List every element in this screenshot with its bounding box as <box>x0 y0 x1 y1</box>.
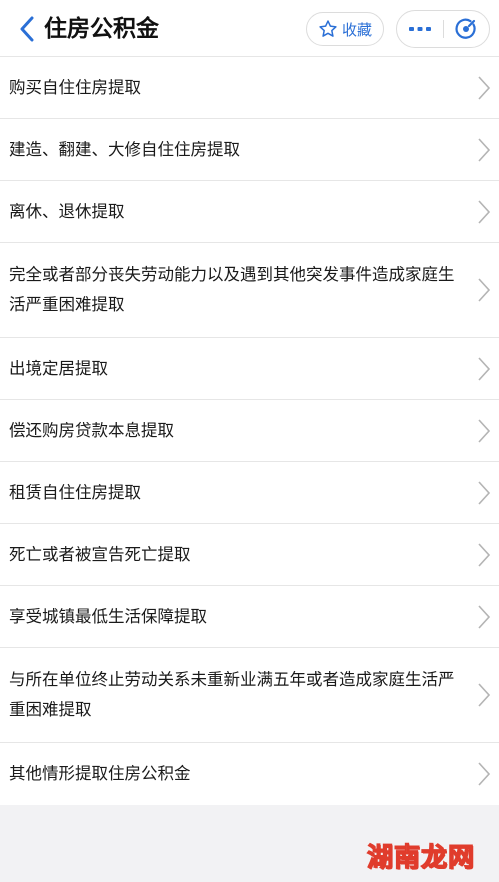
chevron-right-icon <box>478 480 491 505</box>
list-item-label: 完全或者部分丧失劳动能力以及遇到其他突发事件造成家庭生活严重困难提取 <box>9 265 455 314</box>
favorite-label: 收藏 <box>341 20 372 39</box>
list-item-label: 购买自住住房提取 <box>9 77 141 97</box>
chevron-right-icon <box>478 356 491 381</box>
list-item-label: 死亡或者被宣告死亡提取 <box>9 544 191 564</box>
more-button[interactable] <box>397 11 443 47</box>
list-item-label: 租赁自住住房提取 <box>9 482 141 502</box>
back-button[interactable] <box>14 14 40 44</box>
favorite-button[interactable]: 收藏 <box>306 12 384 46</box>
list-item[interactable]: 死亡或者被宣告死亡提取 <box>0 524 499 586</box>
more-dots-icon <box>408 27 431 31</box>
list-item-label: 其他情形提取住房公积金 <box>9 764 191 783</box>
list-item-label: 出境定居提取 <box>9 358 108 378</box>
close-target-icon <box>455 18 476 39</box>
list-item[interactable]: 离休、退休提取 <box>0 181 499 243</box>
list-item-label: 与所在单位终止劳动关系未重新业满五年或者造成家庭生活严重困难提取 <box>9 670 455 719</box>
chevron-right-icon <box>478 75 491 100</box>
list-item[interactable]: 租赁自住住房提取 <box>0 462 499 524</box>
list-item[interactable]: 与所在单位终止劳动关系未重新业满五年或者造成家庭生活严重困难提取 <box>0 648 499 743</box>
chevron-right-icon <box>478 278 491 302</box>
list-item-label: 建造、翻建、大修自住住房提取 <box>9 139 240 159</box>
list-item[interactable]: 其他情形提取住房公积金 <box>0 743 499 805</box>
list-item-label: 离休、退休提取 <box>9 201 125 221</box>
list-item[interactable]: 出境定居提取 <box>0 338 499 400</box>
chevron-right-icon <box>478 199 491 224</box>
list-item[interactable]: 建造、翻建、大修自住住房提取 <box>0 119 499 181</box>
list-item[interactable]: 购买自住住房提取 <box>0 57 499 119</box>
bottom-gray-area: 湖南龙网 <box>0 805 499 882</box>
chevron-right-icon <box>478 418 491 443</box>
star-icon <box>319 20 337 37</box>
list-item[interactable]: 偿还购房贷款本息提取 <box>0 400 499 462</box>
list-item[interactable]: 完全或者部分丧失劳动能力以及遇到其他突发事件造成家庭生活严重困难提取 <box>0 243 499 338</box>
chevron-left-icon <box>20 16 34 42</box>
chevron-right-icon <box>478 683 491 707</box>
list-item[interactable]: 享受城镇最低生活保障提取 <box>0 586 499 648</box>
mini-program-capsule <box>396 10 490 48</box>
list-item-label: 享受城镇最低生活保障提取 <box>9 606 207 626</box>
page-title: 住房公积金 <box>44 16 159 42</box>
chevron-right-icon <box>478 542 491 567</box>
withdrawal-list: 购买自住住房提取 建造、翻建、大修自住住房提取 离休、退休提取 完全或者部分丧失… <box>0 57 499 805</box>
top-bar: 住房公积金 收藏 <box>0 0 499 57</box>
watermark-logo: 湖南龙网 <box>366 842 475 873</box>
close-button[interactable] <box>443 11 489 47</box>
chevron-right-icon <box>478 604 491 629</box>
chevron-right-icon <box>478 762 491 786</box>
chevron-right-icon <box>478 137 491 162</box>
list-item-label: 偿还购房贷款本息提取 <box>9 420 174 440</box>
